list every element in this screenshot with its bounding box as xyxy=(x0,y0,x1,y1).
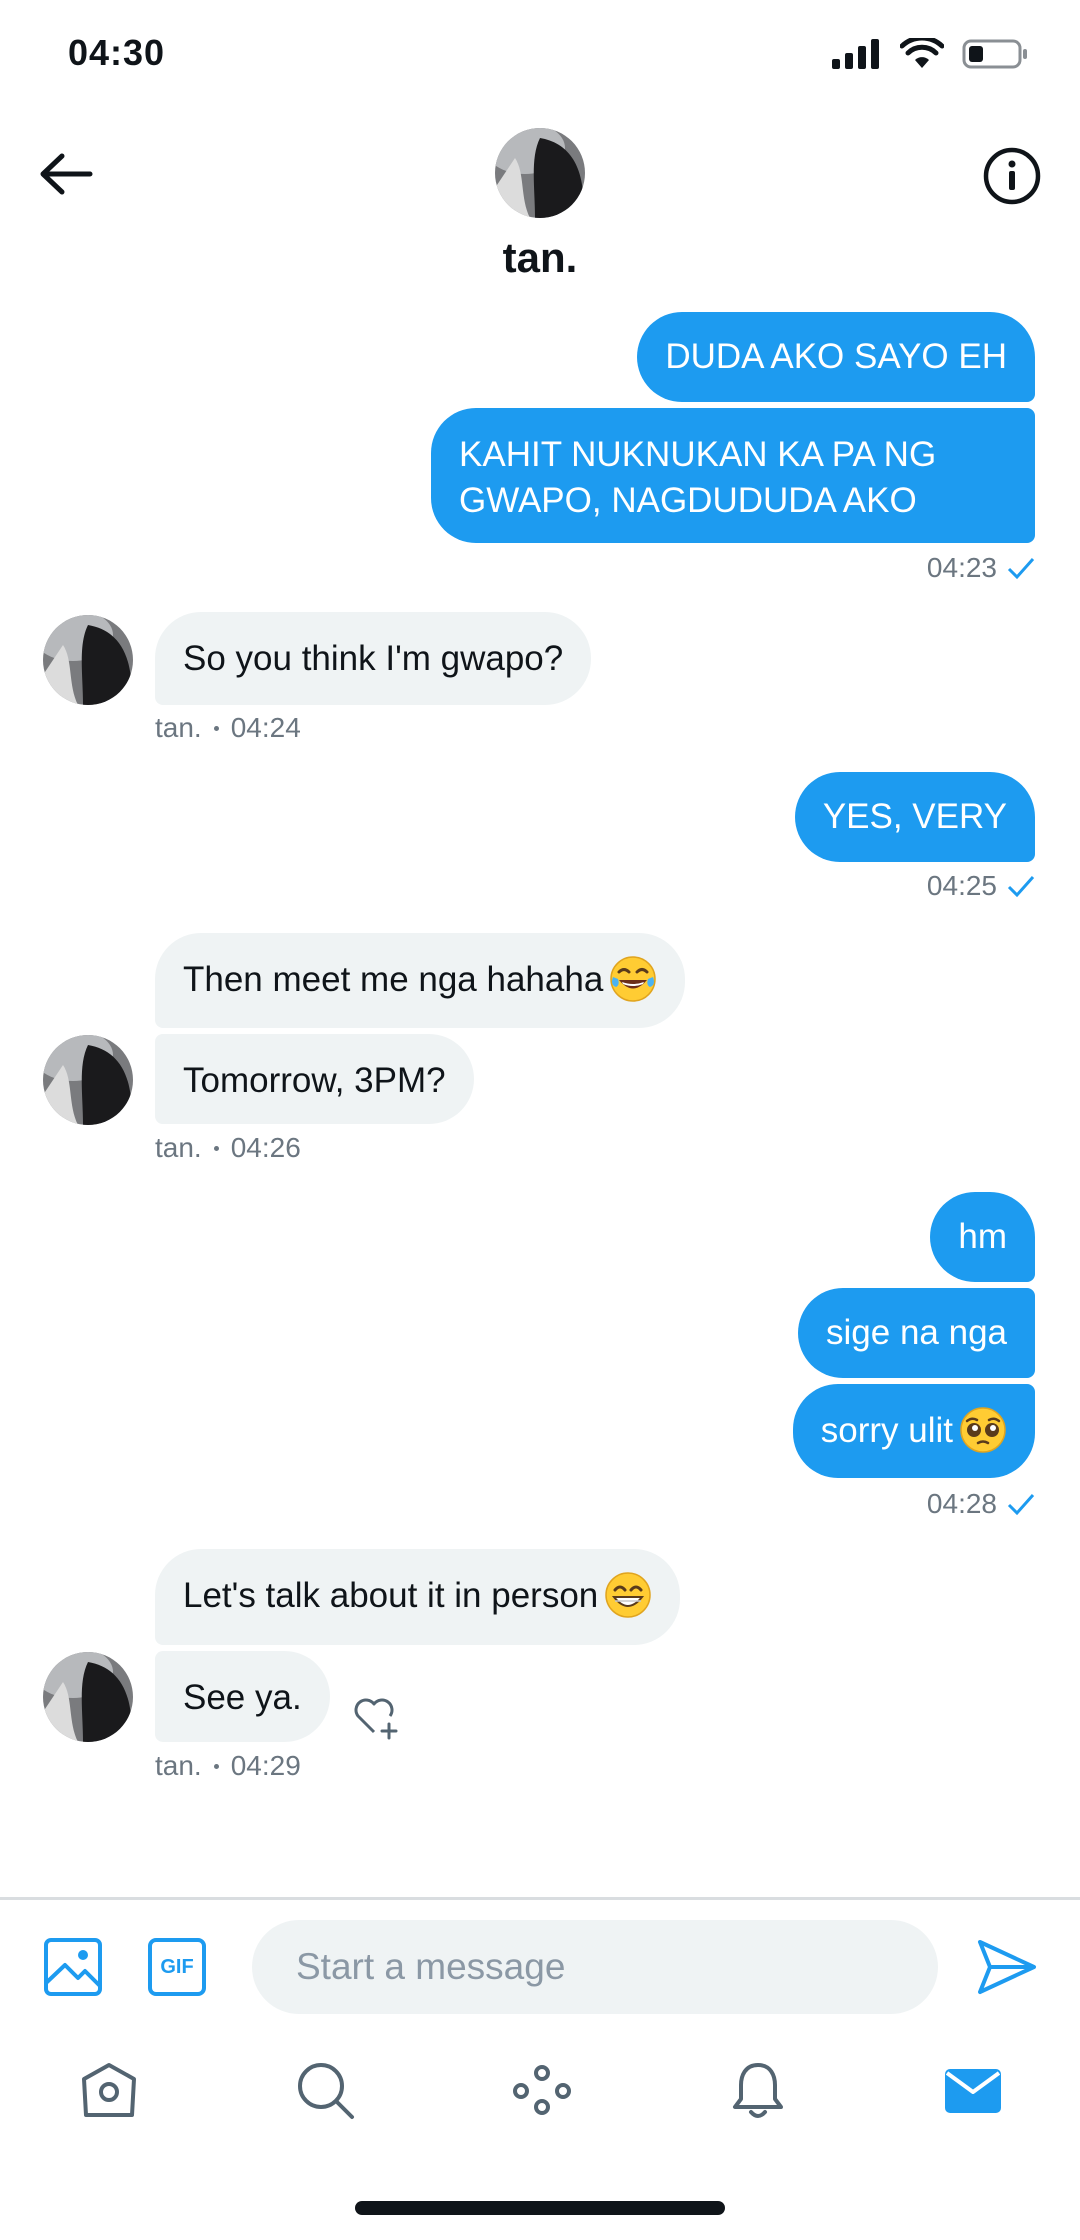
avatar[interactable] xyxy=(43,615,133,705)
tab-notifications[interactable] xyxy=(722,2054,794,2126)
sender-name: tan. xyxy=(155,712,202,743)
message-bubble-outgoing[interactable]: sige na nga xyxy=(798,1288,1035,1378)
bottom-tab-bar xyxy=(0,2050,1080,2160)
message-meta: 04:23 xyxy=(927,552,1035,584)
home-icon xyxy=(82,2063,136,2117)
sender-name: tan. xyxy=(155,1132,202,1163)
tab-messages[interactable] xyxy=(937,2054,1009,2126)
message-bubble-incoming[interactable]: Then meet me nga hahaha xyxy=(155,933,686,1028)
message-bubble-outgoing[interactable]: DUDA AKO SAYO EH xyxy=(637,312,1035,402)
message-text: sige na nga xyxy=(826,1313,1007,1352)
message-bubble-incoming[interactable]: So you think I'm gwapo? xyxy=(155,612,592,705)
image-icon xyxy=(44,1938,102,1996)
search-icon xyxy=(298,2063,354,2119)
avatar[interactable] xyxy=(43,1652,133,1742)
message-time: 04:25 xyxy=(926,870,997,901)
message-meta: tan. 04:29 xyxy=(155,1750,301,1782)
gif-label: GIF xyxy=(160,1955,194,1978)
message-time: 04:29 xyxy=(230,1750,301,1781)
message-bubble-outgoing[interactable]: KAHIT NUKNUKAN KA PA NG GWAPO, NAGDUDUDA… xyxy=(431,408,1035,543)
arrow-left-icon xyxy=(40,153,93,195)
message-bubble-incoming[interactable]: Tomorrow, 3PM? xyxy=(155,1034,474,1124)
battery-icon xyxy=(962,39,1027,69)
mail-icon xyxy=(945,2069,1001,2113)
home-indicator xyxy=(355,2201,725,2215)
tab-search[interactable] xyxy=(289,2054,361,2126)
message-input[interactable] xyxy=(296,1920,916,2014)
grinning-face-emoji-icon xyxy=(605,1572,652,1618)
react-button[interactable] xyxy=(352,1692,402,1742)
check-icon xyxy=(1007,876,1035,898)
message-text-line: KAHIT NUKNUKAN KA PA NG xyxy=(459,435,937,474)
conversation-header: tan. xyxy=(0,110,1080,290)
check-icon xyxy=(1007,558,1035,580)
check-icon xyxy=(1007,1494,1035,1516)
sender-name: tan. xyxy=(155,1750,202,1781)
bell-icon xyxy=(733,2063,783,2118)
message-meta: tan. 04:26 xyxy=(155,1132,301,1164)
message-text: DUDA AKO SAYO EH xyxy=(665,337,1007,376)
add-gif-button[interactable]: GIF xyxy=(146,1936,208,1998)
send-icon xyxy=(978,1940,1036,1994)
separator-dot xyxy=(213,1763,219,1769)
message-bubble-outgoing[interactable]: hm xyxy=(930,1192,1035,1282)
info-icon xyxy=(983,147,1041,205)
message-input-container[interactable] xyxy=(252,1920,938,2014)
separator-dot xyxy=(213,1145,219,1151)
laughing-tears-emoji-icon xyxy=(610,956,657,1002)
tab-home[interactable] xyxy=(73,2054,145,2126)
message-bubble-outgoing[interactable]: YES, VERY xyxy=(794,772,1035,862)
tab-spaces[interactable] xyxy=(506,2054,578,2126)
compose-bar: GIF xyxy=(0,1900,1080,2030)
message-text-line: GWAPO, NAGDUDUDA AKO xyxy=(459,481,917,520)
message-time: 04:24 xyxy=(230,712,301,743)
message-text: Tomorrow, 3PM? xyxy=(183,1061,446,1100)
message-meta: 04:28 xyxy=(927,1488,1035,1520)
header-avatar[interactable] xyxy=(495,128,585,218)
status-bar: 04:30 xyxy=(0,0,1080,110)
message-bubble-incoming[interactable]: See ya. xyxy=(155,1651,330,1742)
message-bubble-incoming[interactable]: Let's talk about it in person xyxy=(155,1549,681,1645)
message-text: Let's talk about it in person xyxy=(183,1576,599,1615)
message-text: So you think I'm gwapo? xyxy=(183,639,564,678)
message-meta: 04:25 xyxy=(927,870,1035,902)
heart-plus-icon xyxy=(354,1698,398,1740)
message-text: sorry ulit xyxy=(820,1411,953,1450)
pleading-face-emoji-icon xyxy=(960,1407,1006,1453)
message-time: 04:23 xyxy=(926,552,997,583)
spaces-icon xyxy=(513,2065,571,2115)
wifi-icon xyxy=(900,38,944,68)
signal-icon xyxy=(832,39,879,69)
conversation-name[interactable]: tan. xyxy=(0,234,1080,282)
message-text: Then meet me nga hahaha xyxy=(183,960,604,999)
avatar[interactable] xyxy=(43,1035,133,1125)
status-time: 04:30 xyxy=(68,32,166,73)
info-button[interactable] xyxy=(978,142,1046,210)
status-icons xyxy=(832,38,1028,70)
message-text: YES, VERY xyxy=(822,797,1007,836)
back-button[interactable] xyxy=(34,142,98,206)
message-text: hm xyxy=(958,1217,1007,1256)
add-image-button[interactable] xyxy=(42,1936,104,1998)
message-text: See ya. xyxy=(183,1678,302,1717)
separator-dot xyxy=(213,725,219,731)
send-button[interactable] xyxy=(976,1936,1038,1998)
message-meta: tan. 04:24 xyxy=(155,712,301,744)
message-time: 04:26 xyxy=(230,1132,301,1163)
message-time: 04:28 xyxy=(926,1488,997,1519)
message-bubble-outgoing[interactable]: sorry ulit xyxy=(792,1384,1035,1478)
